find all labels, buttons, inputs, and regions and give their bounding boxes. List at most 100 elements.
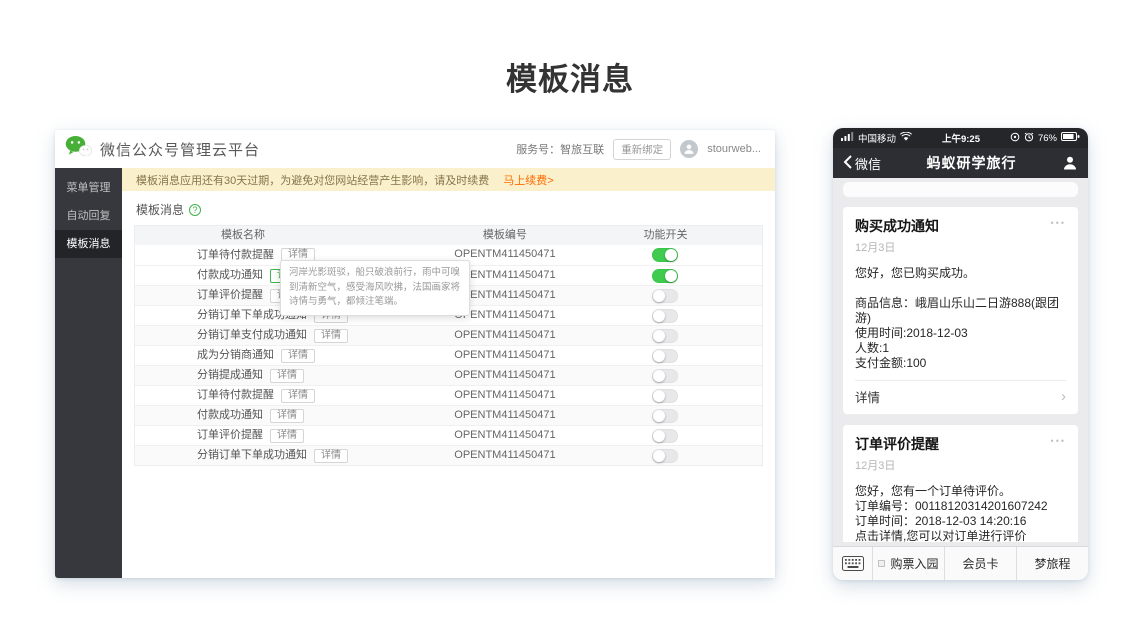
service-account-label: 服务号：智旅互联 <box>516 141 604 157</box>
template-code: OPENTM411450471 <box>411 386 599 405</box>
bottom-menu-label: 购票入园 <box>890 555 938 572</box>
sidebar: 菜单管理 自动回复 模板消息 <box>55 168 122 578</box>
more-options-icon[interactable] <box>1051 434 1066 448</box>
status-time: 上午9:25 <box>942 131 980 145</box>
nav-bar: 微信 蚂蚁研学旅行 <box>833 148 1088 178</box>
template-name: 付款成功通知 <box>197 406 263 425</box>
admin-panel: 微信公众号管理云平台 服务号：智旅互联 重新绑定 stourweb... 菜单管… <box>55 130 775 578</box>
detail-label: 详情 <box>855 387 880 406</box>
template-name: 订单评价提醒 <box>197 286 263 305</box>
feature-toggle[interactable] <box>652 429 678 443</box>
template-code: OPENTM411450471 <box>411 366 599 385</box>
template-code: OPENTM411450471 <box>411 426 599 445</box>
battery-icon <box>1061 132 1080 144</box>
chevron-right-icon <box>1061 391 1066 403</box>
bottom-menu-label: 梦旅程 <box>1034 555 1070 572</box>
message-date: 12月3日 <box>855 457 1066 473</box>
table-row: 订单评价提醒 详情 OPENTM411450471 <box>135 425 762 445</box>
rebind-button[interactable]: 重新绑定 <box>613 139 671 160</box>
tooltip: 河岸光影斑驳，船只破浪前行，雨中可嗅到清新空气，感受海风吹拂，法国画家将诗情与勇… <box>280 260 470 316</box>
template-code: OPENTM411450471 <box>411 406 599 425</box>
detail-button[interactable]: 详情 <box>281 389 315 403</box>
section-head: 模板消息 <box>122 191 775 225</box>
table-row: 订单待付款提醒 详情 OPENTM411450471 <box>135 385 762 405</box>
bottom-menu-item[interactable]: 梦旅程 <box>1017 547 1088 580</box>
admin-title: 微信公众号管理云平台 <box>100 139 260 160</box>
bottom-menu-item[interactable]: 购票入园 <box>873 547 945 580</box>
message-date: 12月3日 <box>855 239 1066 255</box>
template-name: 订单评价提醒 <box>197 426 263 445</box>
previous-message-partial <box>843 182 1078 197</box>
detail-button[interactable]: 详情 <box>270 429 304 443</box>
bottom-menu-bar: 购票入园 会员卡 梦旅程 <box>833 546 1088 580</box>
battery-percent: 76% <box>1038 133 1057 144</box>
menu-square-icon <box>878 560 885 567</box>
message-detail-link[interactable]: 详情 <box>855 380 1066 406</box>
message-body: 您好，您已购买成功。 商品信息：峨眉山乐山二日游888(跟团游) 使用时间:20… <box>855 266 1066 371</box>
wechat-logo-icon <box>65 135 92 163</box>
message-body: 您好，您有一个订单待评价。 订单编号：00118120314201607242 … <box>855 484 1066 542</box>
feature-toggle[interactable] <box>652 269 678 283</box>
signal-icon <box>841 132 854 144</box>
keyboard-icon[interactable] <box>833 547 873 580</box>
admin-content: 模板消息应用还有30天过期，为避免对您网站经营产生影响，请及时续费 马上续费> … <box>122 168 775 578</box>
wifi-icon <box>900 132 912 144</box>
table-header-row: 模板名称 模板编号 功能开关 <box>135 226 762 245</box>
feature-toggle[interactable] <box>652 389 678 403</box>
column-header-code: 模板编号 <box>411 226 599 245</box>
feature-toggle[interactable] <box>652 309 678 323</box>
chat-title: 蚂蚁研学旅行 <box>927 153 1017 173</box>
chevron-left-icon <box>843 155 852 172</box>
renew-link[interactable]: 马上续费> <box>503 172 553 188</box>
message-title: 购买成功通知 <box>855 216 939 236</box>
notice-bar: 模板消息应用还有30天过期，为避免对您网站经营产生影响，请及时续费 马上续费> <box>122 168 775 191</box>
section-title: 模板消息 <box>136 201 184 218</box>
feature-toggle[interactable] <box>652 449 678 463</box>
template-code: OPENTM411450471 <box>411 326 599 345</box>
admin-header-right: 服务号：智旅互联 重新绑定 stourweb... <box>516 139 761 160</box>
feature-toggle[interactable] <box>652 369 678 383</box>
detail-button[interactable]: 详情 <box>281 349 315 363</box>
message-card[interactable]: 订单评价提醒 12月3日 您好，您有一个订单待评价。 订单编号：00118120… <box>843 425 1078 542</box>
detail-button[interactable]: 详情 <box>270 409 304 423</box>
feature-toggle[interactable] <box>652 329 678 343</box>
template-name: 分销订单下单成功通知 <box>197 446 307 465</box>
sidebar-item[interactable]: 自动回复 <box>55 202 122 230</box>
template-code: OPENTM411450471 <box>411 446 599 465</box>
admin-body: 菜单管理 自动回复 模板消息 模板消息应用还有30天过期，为避免对您网站经营产生… <box>55 168 775 578</box>
feature-toggle[interactable] <box>652 248 678 262</box>
template-name: 分销订单支付成功通知 <box>197 326 307 345</box>
phone-preview: 中国移动 上午9:25 76% <box>833 128 1088 580</box>
detail-button[interactable]: 详情 <box>270 369 304 383</box>
orientation-lock-icon <box>1010 132 1020 145</box>
sidebar-item[interactable]: 模板消息 <box>55 230 122 258</box>
admin-header: 微信公众号管理云平台 服务号：智旅互联 重新绑定 stourweb... <box>55 130 775 168</box>
back-button[interactable]: 微信 <box>843 154 881 173</box>
back-label: 微信 <box>855 154 881 173</box>
bottom-menu-label: 会员卡 <box>962 555 998 572</box>
template-name: 分销提成通知 <box>197 366 263 385</box>
template-name: 成为分销商通知 <box>197 346 274 365</box>
sidebar-item[interactable]: 菜单管理 <box>55 174 122 202</box>
feature-toggle[interactable] <box>652 409 678 423</box>
table-row: 分销订单支付成功通知 详情 OPENTM411450471 <box>135 325 762 345</box>
feature-toggle[interactable] <box>652 289 678 303</box>
template-name: 订单待付款提醒 <box>197 246 274 265</box>
profile-icon[interactable] <box>1062 155 1078 171</box>
table-row: 分销提成通知 详情 OPENTM411450471 <box>135 365 762 385</box>
feature-toggle[interactable] <box>652 349 678 363</box>
column-header-name: 模板名称 <box>135 226 411 245</box>
notice-text: 模板消息应用还有30天过期，为避免对您网站经营产生影响，请及时续费 <box>136 172 489 188</box>
message-card[interactable]: 购买成功通知 12月3日 您好，您已购买成功。 商品信息：峨眉山乐山二日游888… <box>843 207 1078 414</box>
detail-button[interactable]: 详情 <box>314 329 348 343</box>
table-row: 付款成功通知 详情 OPENTM411450471 <box>135 405 762 425</box>
message-title: 订单评价提醒 <box>855 434 939 454</box>
username: stourweb... <box>707 143 761 155</box>
table-row: 成为分销商通知 详情 OPENTM411450471 <box>135 345 762 365</box>
bottom-menu-item[interactable]: 会员卡 <box>945 547 1017 580</box>
column-header-switch: 功能开关 <box>599 226 762 245</box>
avatar[interactable] <box>680 140 698 158</box>
detail-button[interactable]: 详情 <box>314 449 348 463</box>
help-icon[interactable] <box>189 204 201 216</box>
more-options-icon[interactable] <box>1051 216 1066 230</box>
